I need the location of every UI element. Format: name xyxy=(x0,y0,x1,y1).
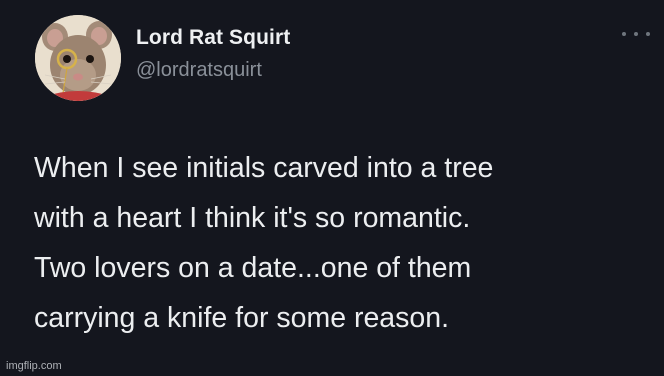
tweet-card: Lord Rat Squirt @lordratsquirt When I se… xyxy=(0,0,664,376)
watermark: imgflip.com xyxy=(6,360,62,372)
dot xyxy=(634,32,638,36)
tweet-line: carrying a knife for some reason. xyxy=(34,302,450,334)
tweet-text: When I see initials carved into a tree w… xyxy=(34,143,644,343)
author-handle[interactable]: @lordratsquirt xyxy=(136,59,262,82)
tweet-line: When I see initials carved into a tree xyxy=(34,152,494,184)
tweet-line: Two lovers on a date...one of them xyxy=(34,252,472,284)
dot xyxy=(622,32,626,36)
dot xyxy=(646,32,650,36)
tweet-line: with a heart I think it's so romantic. xyxy=(34,202,471,234)
rat-avatar-icon xyxy=(35,15,121,101)
more-options-icon[interactable] xyxy=(622,26,650,42)
author-name[interactable]: Lord Rat Squirt xyxy=(136,26,290,50)
avatar[interactable] xyxy=(35,15,121,101)
